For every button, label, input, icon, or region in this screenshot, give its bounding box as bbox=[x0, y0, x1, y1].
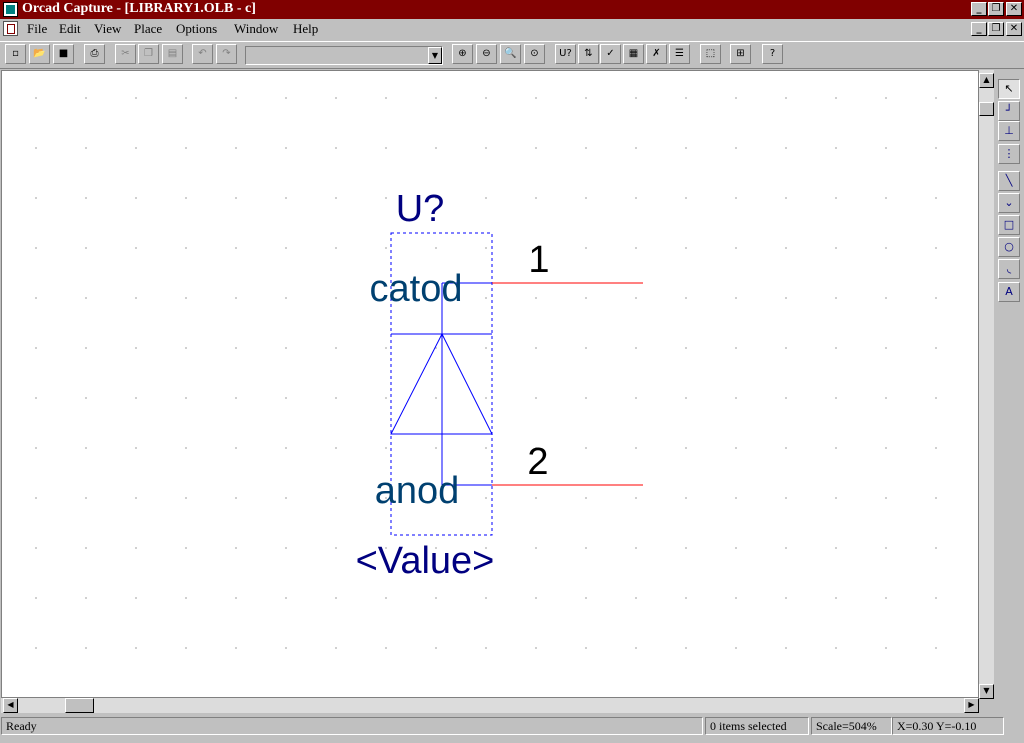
status-ready: Ready bbox=[1, 717, 703, 735]
scroll-right-icon[interactable]: ▶ bbox=[964, 698, 979, 713]
annotate-icon[interactable]: U? bbox=[555, 44, 576, 64]
menu-window[interactable]: Window bbox=[234, 21, 278, 37]
menu-edit[interactable]: Edit bbox=[59, 21, 81, 37]
menu-place[interactable]: Place bbox=[134, 21, 162, 37]
undo-icon[interactable]: ↶ bbox=[192, 44, 213, 64]
project-manager-icon[interactable]: ⊞ bbox=[730, 44, 751, 64]
pin-1-name[interactable]: catod bbox=[370, 268, 463, 310]
new-icon[interactable]: ▫ bbox=[5, 44, 26, 64]
pin-2-name[interactable]: anod bbox=[375, 470, 460, 512]
vertical-scrollbar[interactable]: ▲ ▼ bbox=[979, 70, 994, 699]
menu-options[interactable]: Options bbox=[176, 21, 217, 37]
paste-icon[interactable]: ▤ bbox=[162, 44, 183, 64]
document-icon[interactable] bbox=[3, 21, 18, 36]
back-annotate-icon[interactable]: ⇅ bbox=[578, 44, 599, 64]
zoom-area-icon[interactable]: 🔍 bbox=[500, 44, 521, 64]
status-bar: Ready 0 items selected Scale=504% X=0.30… bbox=[0, 716, 1024, 737]
place-pin-array-icon[interactable]: ⊥ bbox=[998, 121, 1020, 141]
tool-palette bbox=[996, 70, 1024, 714]
zoom-out-icon[interactable]: ⊖ bbox=[476, 44, 497, 64]
close-button[interactable]: ✕ bbox=[1006, 2, 1022, 16]
cross-reference-icon[interactable]: ✗ bbox=[646, 44, 667, 64]
place-polyline-icon[interactable]: ⌄ bbox=[998, 193, 1020, 213]
menu-file[interactable]: File bbox=[27, 21, 47, 37]
place-ellipse-icon[interactable]: ○ bbox=[998, 237, 1020, 257]
menu-help[interactable]: Help bbox=[293, 21, 318, 37]
menu-view[interactable]: View bbox=[94, 21, 121, 37]
combo-dropdown-icon[interactable]: ▼ bbox=[428, 47, 442, 64]
place-line-icon[interactable]: ╲ bbox=[998, 171, 1020, 191]
part-drawing: U? catod 1 anod 2 <Value> bbox=[356, 188, 643, 582]
vertical-scroll-thumb[interactable] bbox=[979, 102, 994, 116]
status-selection: 0 items selected bbox=[705, 717, 809, 735]
cut-icon[interactable]: ✂ bbox=[115, 44, 136, 64]
place-pin-icon[interactable]: ┘ bbox=[998, 101, 1020, 121]
window-title: Orcad Capture - [LIBRARY1.OLB - c] bbox=[22, 1, 256, 16]
place-text-icon[interactable]: A bbox=[998, 282, 1020, 302]
open-icon[interactable]: 📂 bbox=[29, 44, 50, 64]
part-reference[interactable]: U? bbox=[396, 188, 445, 230]
scroll-left-icon[interactable]: ◀ bbox=[3, 698, 18, 713]
part-value[interactable]: <Value> bbox=[356, 540, 495, 582]
help-icon[interactable]: ? bbox=[762, 44, 783, 64]
status-scale: Scale=504% bbox=[811, 717, 892, 735]
zoom-all-icon[interactable]: ⊙ bbox=[524, 44, 545, 64]
place-rectangle-icon[interactable]: □ bbox=[998, 215, 1020, 235]
menu-bar: File Edit View Place Options Window Help… bbox=[0, 19, 1024, 39]
netlist-icon[interactable]: ▦ bbox=[623, 44, 644, 64]
bill-of-materials-icon[interactable]: ☰ bbox=[669, 44, 690, 64]
drc-icon[interactable]: ✓ bbox=[600, 44, 621, 64]
copy-icon[interactable]: ❐ bbox=[138, 44, 159, 64]
app-icon[interactable] bbox=[3, 2, 18, 17]
child-restore-button[interactable]: ❐ bbox=[988, 22, 1004, 36]
snap-to-grid-icon[interactable]: ⬚ bbox=[700, 44, 721, 64]
restore-button[interactable]: ❐ bbox=[988, 2, 1004, 16]
pin-1-number[interactable]: 1 bbox=[528, 239, 549, 281]
schematic-canvas[interactable]: U? catod 1 anod 2 <Value> bbox=[1, 70, 979, 698]
minimize-button[interactable]: _ bbox=[971, 2, 987, 16]
zoom-in-icon[interactable]: ⊕ bbox=[452, 44, 473, 64]
scroll-up-icon[interactable]: ▲ bbox=[979, 73, 994, 88]
child-minimize-button[interactable]: _ bbox=[971, 22, 987, 36]
save-icon[interactable]: ■ bbox=[53, 44, 74, 64]
horizontal-scrollbar[interactable]: ◀ ▶ bbox=[1, 698, 979, 713]
horizontal-scroll-thumb[interactable] bbox=[65, 698, 94, 713]
print-icon[interactable]: ⎙ bbox=[84, 44, 105, 64]
child-close-button[interactable]: ✕ bbox=[1006, 22, 1022, 36]
pin-2-number[interactable]: 2 bbox=[527, 441, 548, 483]
title-bar[interactable]: Orcad Capture - [LIBRARY1.OLB - c] _ ❐ ✕ bbox=[0, 0, 1024, 19]
ieee-symbol-icon[interactable]: ⋮ bbox=[998, 144, 1020, 164]
scroll-down-icon[interactable]: ▼ bbox=[979, 684, 994, 699]
select-tool-icon[interactable]: ↖ bbox=[998, 79, 1020, 99]
place-arc-icon[interactable]: ◟ bbox=[998, 259, 1020, 279]
redo-icon[interactable]: ↷ bbox=[216, 44, 237, 64]
status-coordinates: X=0.30 Y=-0.10 bbox=[892, 717, 1004, 735]
part-combo-box[interactable]: ▼ bbox=[245, 46, 443, 65]
